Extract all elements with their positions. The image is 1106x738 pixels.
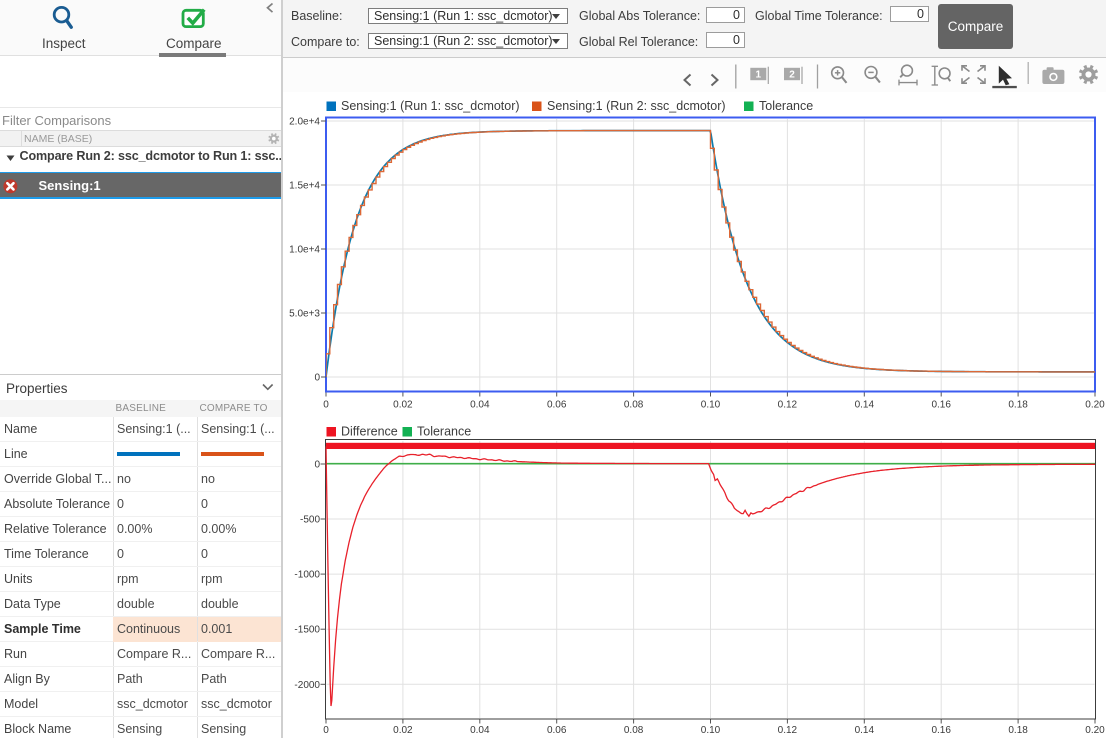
svg-text:0.14: 0.14 — [855, 725, 875, 736]
svg-text:0.20: 0.20 — [1085, 400, 1105, 411]
svg-text:0.12: 0.12 — [778, 725, 798, 736]
svg-text:1.5e+4: 1.5e+4 — [289, 181, 320, 192]
svg-text:5.0e+3: 5.0e+3 — [289, 309, 320, 320]
svg-text:0.16: 0.16 — [931, 400, 951, 411]
svg-text:-1000: -1000 — [294, 570, 320, 581]
svg-text:Tolerance: Tolerance — [417, 425, 471, 439]
svg-text:0.02: 0.02 — [393, 725, 413, 736]
svg-text:Sensing:1 (Run 2: ssc_dcmotor): Sensing:1 (Run 2: ssc_dcmotor) — [547, 99, 726, 113]
svg-text:0.08: 0.08 — [624, 400, 644, 411]
svg-text:-1500: -1500 — [294, 625, 320, 636]
svg-text:0.04: 0.04 — [470, 400, 490, 411]
svg-text:2.0e+4: 2.0e+4 — [289, 117, 320, 128]
svg-text:0.20: 0.20 — [1085, 725, 1105, 736]
svg-text:0.02: 0.02 — [393, 400, 413, 411]
svg-text:0.06: 0.06 — [547, 725, 567, 736]
svg-text:0.18: 0.18 — [1008, 725, 1028, 736]
svg-text:Sensing:1 (Run 1: ssc_dcmotor): Sensing:1 (Run 1: ssc_dcmotor) — [341, 99, 520, 113]
svg-text:0.16: 0.16 — [931, 725, 951, 736]
svg-text:-2000: -2000 — [294, 680, 320, 691]
svg-text:0: 0 — [314, 373, 320, 384]
svg-text:Difference: Difference — [341, 425, 398, 439]
svg-text:0.08: 0.08 — [624, 725, 644, 736]
svg-text:0.06: 0.06 — [547, 400, 567, 411]
svg-text:0.18: 0.18 — [1008, 400, 1028, 411]
svg-text:0: 0 — [314, 460, 320, 471]
svg-text:Tolerance: Tolerance — [759, 99, 813, 113]
svg-text:0: 0 — [323, 400, 329, 411]
svg-text:0.10: 0.10 — [701, 400, 721, 411]
svg-text:1.0e+4: 1.0e+4 — [289, 245, 320, 256]
svg-text:0.14: 0.14 — [855, 400, 875, 411]
svg-text:0.04: 0.04 — [470, 725, 490, 736]
svg-text:0.10: 0.10 — [701, 725, 721, 736]
svg-text:0: 0 — [323, 725, 329, 736]
svg-text:0.12: 0.12 — [778, 400, 798, 411]
svg-text:-500: -500 — [300, 515, 320, 526]
